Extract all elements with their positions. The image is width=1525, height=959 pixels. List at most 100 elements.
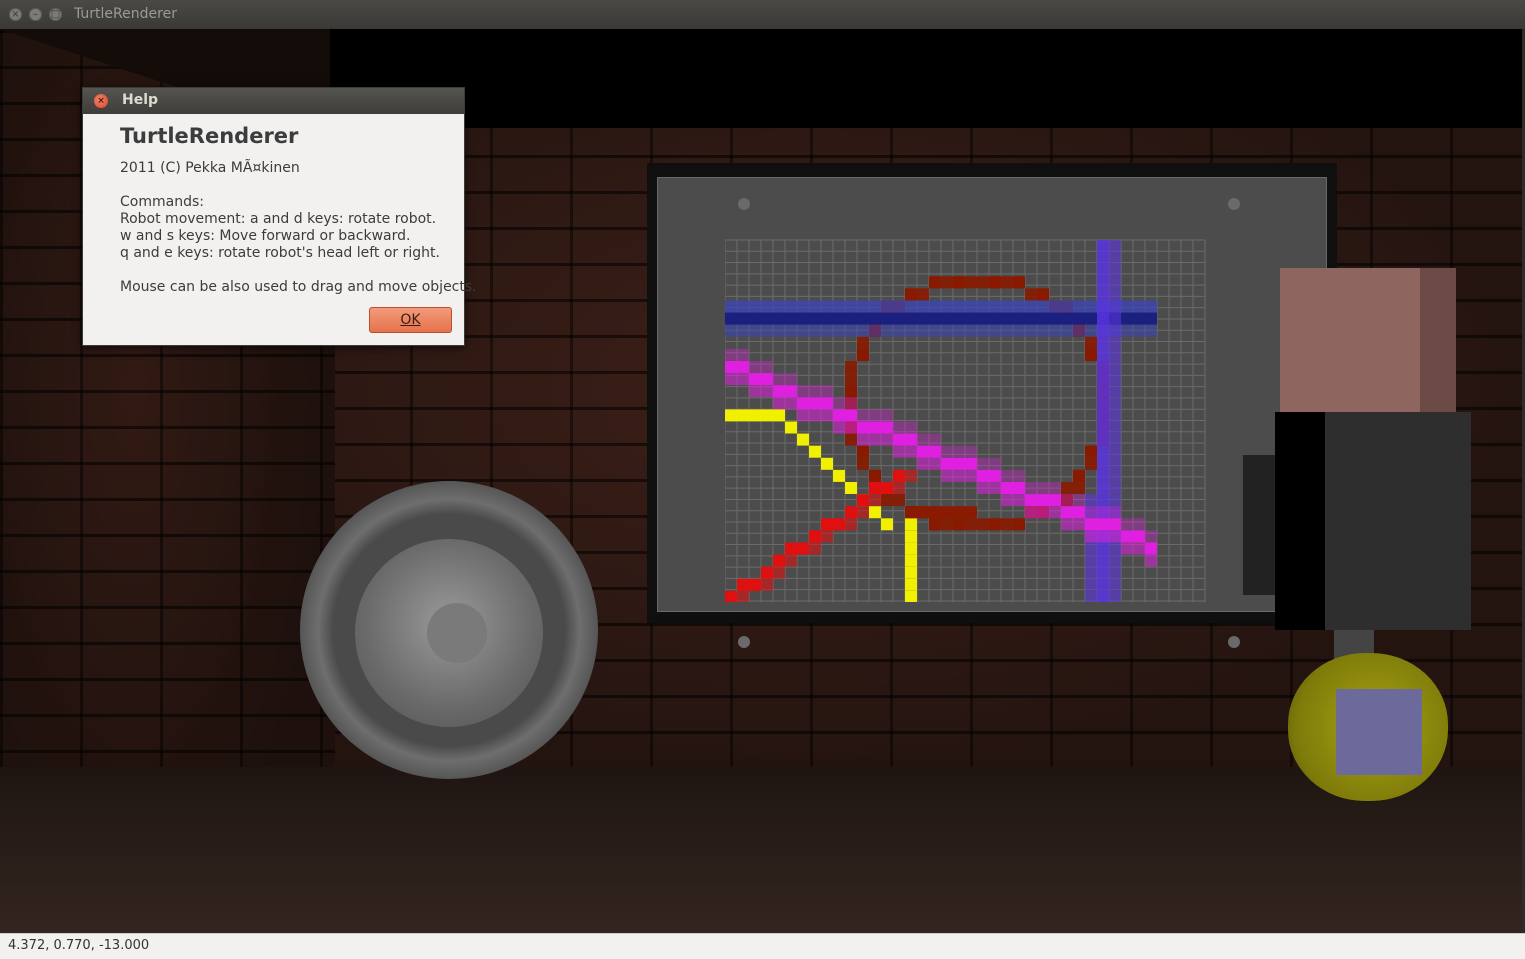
path-pixel [1037, 506, 1049, 519]
path-pixel [905, 445, 917, 458]
path-pixel [941, 276, 953, 289]
path-pixel [1013, 312, 1025, 325]
path-pixel [941, 469, 953, 482]
window-minimize-button[interactable]: – [29, 8, 42, 21]
path-pixel [773, 566, 785, 579]
path-pixel [857, 336, 869, 349]
path-pixel [1085, 518, 1097, 531]
path-pixel [881, 324, 893, 337]
path-pixel [893, 469, 905, 482]
path-pixel [785, 554, 797, 567]
path-pixel [905, 288, 917, 301]
path-pixel [821, 300, 833, 313]
path-pixel [1109, 469, 1121, 482]
path-pixel [905, 566, 917, 579]
path-pixel [1073, 469, 1085, 482]
path-pixel [1109, 518, 1121, 531]
path-pixel [1073, 482, 1085, 494]
path-pixel [797, 300, 809, 313]
path-pixel [1085, 445, 1097, 458]
path-pixel [1037, 494, 1049, 507]
path-pixel [845, 409, 857, 422]
path-pixel [1097, 361, 1109, 373]
path-pixel [905, 554, 917, 567]
path-pixel [773, 312, 785, 325]
path-pixel [773, 324, 785, 337]
path-pixel [1097, 240, 1109, 252]
path-pixel [1109, 288, 1121, 301]
path-pixel [881, 494, 893, 507]
path-pixel [797, 542, 809, 555]
path-pixel [821, 409, 833, 422]
path-pixel [1049, 494, 1061, 507]
path-pixel [941, 312, 953, 325]
path-pixel [725, 348, 737, 361]
path-pixel [845, 312, 857, 325]
path-pixel [797, 397, 809, 410]
path-pixel [857, 409, 869, 422]
path-pixel [845, 506, 857, 519]
path-pixel [965, 469, 977, 482]
ok-button[interactable]: OK [369, 307, 452, 333]
path-pixel [845, 373, 857, 386]
path-pixel [893, 445, 905, 458]
path-pixel [761, 324, 773, 337]
path-pixel [1013, 324, 1025, 337]
path-pixel [881, 482, 893, 494]
path-pixel [977, 518, 989, 531]
path-pixel [1025, 312, 1037, 325]
path-pixel [821, 397, 833, 410]
path-pixel [929, 506, 941, 519]
window-close-button[interactable]: × [9, 8, 22, 21]
path-pixel [1013, 276, 1025, 289]
path-pixel [869, 494, 881, 507]
window-title: TurtleRenderer [74, 6, 177, 22]
path-pixel [737, 578, 749, 591]
help-dialog-body: TurtleRenderer 2011 (C) Pekka MÃ¤kinen C… [83, 114, 477, 296]
path-pixel [929, 276, 941, 289]
path-pixel [857, 300, 869, 313]
path-pixel [1109, 336, 1121, 349]
path-pixel [869, 324, 881, 337]
path-pixel [809, 542, 821, 555]
path-pixel [737, 300, 749, 313]
path-pixel [1037, 288, 1049, 301]
path-pixel [929, 312, 941, 325]
path-pixel [857, 312, 869, 325]
path-pixel [1109, 506, 1121, 519]
path-pixel [1049, 312, 1061, 325]
path-pixel [833, 421, 845, 434]
path-pixel [1097, 518, 1109, 531]
path-pixel [857, 457, 869, 470]
window-titlebar: × – □ TurtleRenderer [0, 0, 1525, 30]
path-pixel [749, 312, 761, 325]
robot-body[interactable] [1325, 412, 1471, 630]
path-pixel [857, 494, 869, 507]
path-pixel [1097, 469, 1109, 482]
path-pixel [1085, 566, 1097, 579]
path-pixel [1025, 324, 1037, 337]
robot-head[interactable] [1280, 268, 1420, 413]
close-icon[interactable]: × [94, 94, 108, 108]
path-pixel [881, 409, 893, 422]
path-pixel [845, 397, 857, 410]
window-maximize-button[interactable]: □ [49, 8, 62, 21]
path-pixel [989, 518, 1001, 531]
path-pixel [737, 373, 749, 386]
path-pixel [1037, 300, 1049, 313]
path-pixel [845, 518, 857, 531]
path-pixel [905, 578, 917, 591]
path-pixel [1097, 276, 1109, 289]
path-pixel [1001, 518, 1013, 531]
path-pixel [1097, 252, 1109, 265]
path-pixel [977, 300, 989, 313]
path-pixel [761, 361, 773, 373]
path-pixel [845, 361, 857, 373]
path-pixel [905, 542, 917, 555]
path-pixel [965, 506, 977, 519]
path-pixel [869, 312, 881, 325]
path-pixel [917, 312, 929, 325]
path-pixel [917, 288, 929, 301]
status-bar: 4.372, 0.770, -13.000 [0, 933, 1525, 959]
path-pixel [1061, 494, 1073, 507]
